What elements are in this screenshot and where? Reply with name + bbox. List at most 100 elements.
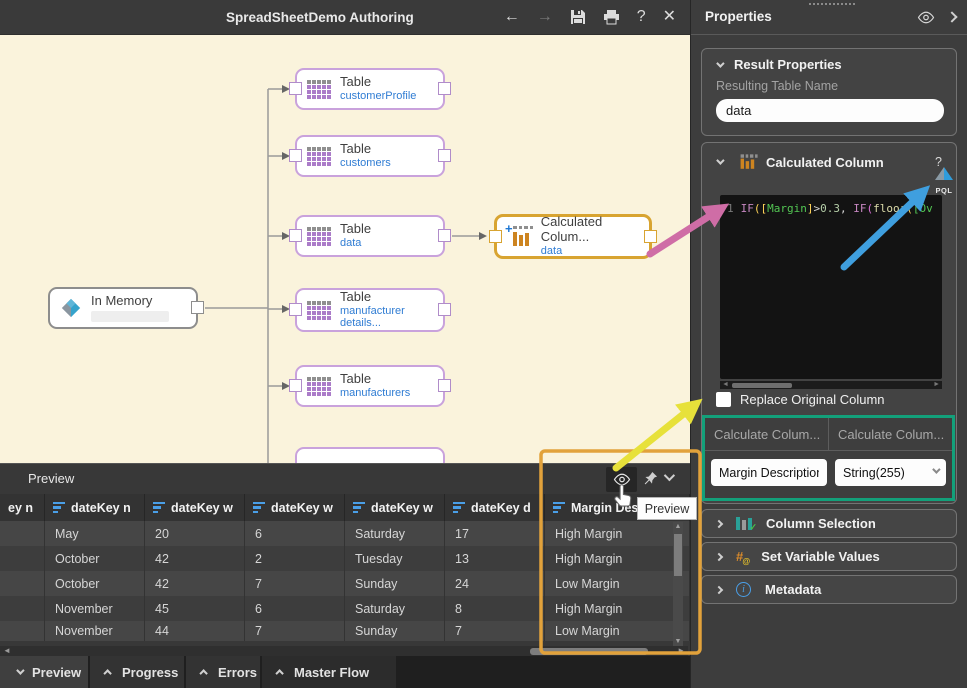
input-port[interactable] [289,82,302,95]
cell: 6 [245,521,345,546]
input-port[interactable] [489,230,502,243]
node-type-label: Table [340,142,391,157]
back-icon[interactable]: ← [504,9,520,25]
close-icon[interactable]: ✕ [663,9,676,25]
cell: November [45,596,145,621]
node-table-partial[interactable]: Table [295,447,445,463]
cell: 44 [145,621,245,641]
replace-original-column-checkbox[interactable] [716,392,731,407]
chevron-down-icon[interactable] [716,156,724,164]
forward-icon[interactable]: → [537,9,553,25]
properties-header: Properties [691,0,967,35]
eye-icon[interactable] [917,11,935,24]
cell: November [45,621,145,641]
cell: 8 [445,596,545,621]
output-port[interactable] [191,301,204,314]
preview-panel: Preview ey n dateKey n dateKey w dateKey… [0,463,690,656]
section-column-selection[interactable]: ✓ Column Selection [701,509,957,538]
column-header[interactable]: ey n [0,494,45,521]
cell: 7 [445,621,545,641]
help-icon[interactable]: ? [637,9,646,25]
scrollbar-thumb[interactable] [732,383,792,388]
column-header[interactable]: dateKey n [45,494,145,521]
tab-master-flow[interactable]: Master Flow [262,656,396,688]
tab-preview[interactable]: Preview [0,656,88,688]
cell: Saturday [345,596,445,621]
input-port[interactable] [289,379,302,392]
output-port[interactable] [438,229,451,242]
section-metadata[interactable]: i Metadata [701,575,957,604]
table-icon [307,80,331,99]
cell: Tuesday [345,546,445,571]
node-calculated-column[interactable]: + Calculated Colum...data [494,214,652,259]
node-name-label: customers [340,157,391,170]
node-type-label: In Memory [91,294,169,309]
calculated-column-grid: Calculate Colum... Calculate Colum... St… [702,415,955,501]
output-port[interactable] [644,230,657,243]
column-type-select[interactable]: String(255) [835,459,946,486]
preview-tooltip: Preview [637,497,697,520]
set-variable-values-icon: #@ [736,549,743,564]
chevron-down-icon [932,465,940,473]
node-table-data[interactable]: Tabledata [295,215,445,257]
cell: Saturday [345,521,445,546]
output-port[interactable] [438,82,451,95]
node-table-customers[interactable]: Tablecustomers [295,135,445,177]
node-type-label: Table [340,75,416,90]
chevron-down-icon [16,666,24,674]
redacted-name-label [91,311,169,322]
node-name-label: data [541,245,649,258]
output-port[interactable] [438,303,451,316]
preview-table: ey n dateKey n dateKey w dateKey w dateK… [0,494,690,641]
node-table-customerprofile[interactable]: TablecustomerProfile [295,68,445,110]
tab-progress[interactable]: Progress [90,656,184,688]
column-name-input[interactable] [711,459,827,486]
cell: May [45,521,145,546]
node-name-label: customerProfile [340,90,416,103]
flow-canvas[interactable]: TablecustomerProfile Tablecustomers Tabl… [0,35,690,463]
cell: 17 [445,521,545,546]
collapse-preview-icon[interactable] [664,470,675,481]
drag-handle[interactable] [809,3,855,5]
pin-icon[interactable] [643,471,658,486]
input-port[interactable] [289,149,302,162]
section-set-variable-values[interactable]: #@ Set Variable Values [701,542,957,571]
formula-code-editor[interactable]: 1IF([Margin]>0.3, IF(floor([Ov [720,195,942,379]
calculated-column-icon [736,154,753,171]
column-header[interactable]: dateKey w [145,494,245,521]
cell [0,571,45,596]
node-table-manufacturers[interactable]: Tablemanufacturers [295,365,445,407]
pql-mode-icon[interactable]: PQL [930,167,958,195]
filter-icon [53,502,65,514]
output-port[interactable] [438,379,451,392]
tab-errors[interactable]: Errors [186,656,260,688]
vertical-scrollbar[interactable]: ▲ ▼ [673,522,683,646]
input-port[interactable] [289,303,302,316]
node-in-memory[interactable]: In Memory [48,287,198,329]
bottom-tab-bar: Preview Progress Errors Master Flow [0,656,690,688]
cell: 7 [245,571,345,596]
cell: 2 [245,546,345,571]
save-icon[interactable] [570,9,586,25]
column-header[interactable]: dateKey w [245,494,345,521]
cell: 42 [145,571,245,596]
filter-icon [353,502,365,514]
table-icon [307,377,331,396]
editor-horizontal-scrollbar[interactable]: ◄ ► [720,381,942,389]
print-icon[interactable] [603,9,620,25]
in-memory-icon [60,297,82,319]
grid-column-header: Calculate Colum... [829,418,952,450]
resulting-table-name-input[interactable] [716,99,944,122]
chevron-down-icon[interactable] [716,59,724,67]
output-port[interactable] [438,149,451,162]
input-port[interactable] [289,229,302,242]
scrollbar-thumb[interactable] [530,648,648,655]
cell [0,596,45,621]
horizontal-scrollbar[interactable]: ◄ ► [0,646,688,656]
column-header[interactable]: dateKey w [345,494,445,521]
collapse-panel-icon[interactable] [946,11,957,22]
scrollbar-thumb[interactable] [674,534,682,576]
node-table-manufacturer-details[interactable]: Tablemanufacturer details... [295,288,445,332]
cell: October [45,546,145,571]
column-header[interactable]: dateKey d [445,494,545,521]
